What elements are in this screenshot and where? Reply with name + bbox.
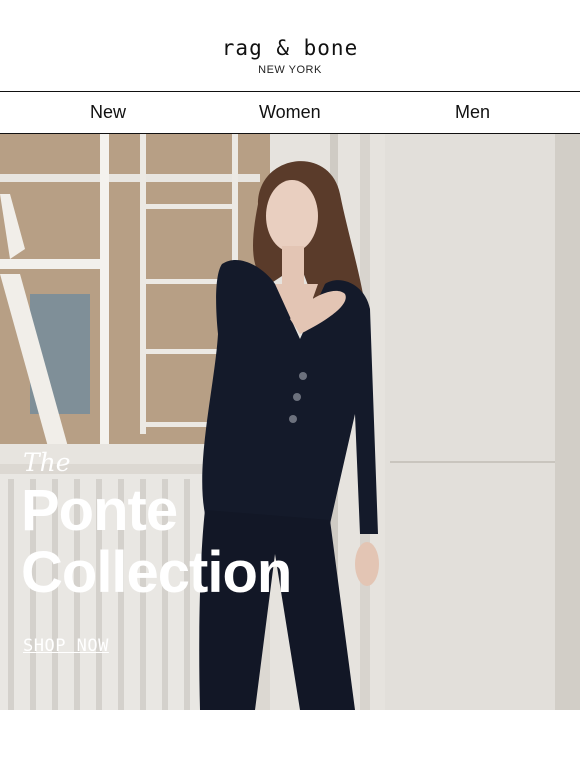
main-nav: New Women Men (0, 91, 580, 134)
brand-logo[interactable]: rag & bone (0, 36, 580, 60)
hero-title-line2: Collection (21, 540, 292, 605)
nav-item-women[interactable]: Women (259, 92, 321, 132)
hero-title: Ponte Collection (21, 478, 292, 605)
hero-banner[interactable]: The Ponte Collection SHOP NOW (0, 134, 580, 710)
hero-photo (0, 134, 580, 710)
nav-item-men[interactable]: Men (455, 92, 490, 132)
nav-item-new[interactable]: New (90, 92, 126, 132)
email-header: rag & bone NEW YORK (0, 0, 580, 92)
hero-title-line1: Ponte (21, 478, 178, 543)
brand-location: NEW YORK (258, 64, 322, 76)
hero-eyebrow: The (23, 448, 71, 477)
shop-now-link[interactable]: SHOP NOW (23, 636, 109, 656)
